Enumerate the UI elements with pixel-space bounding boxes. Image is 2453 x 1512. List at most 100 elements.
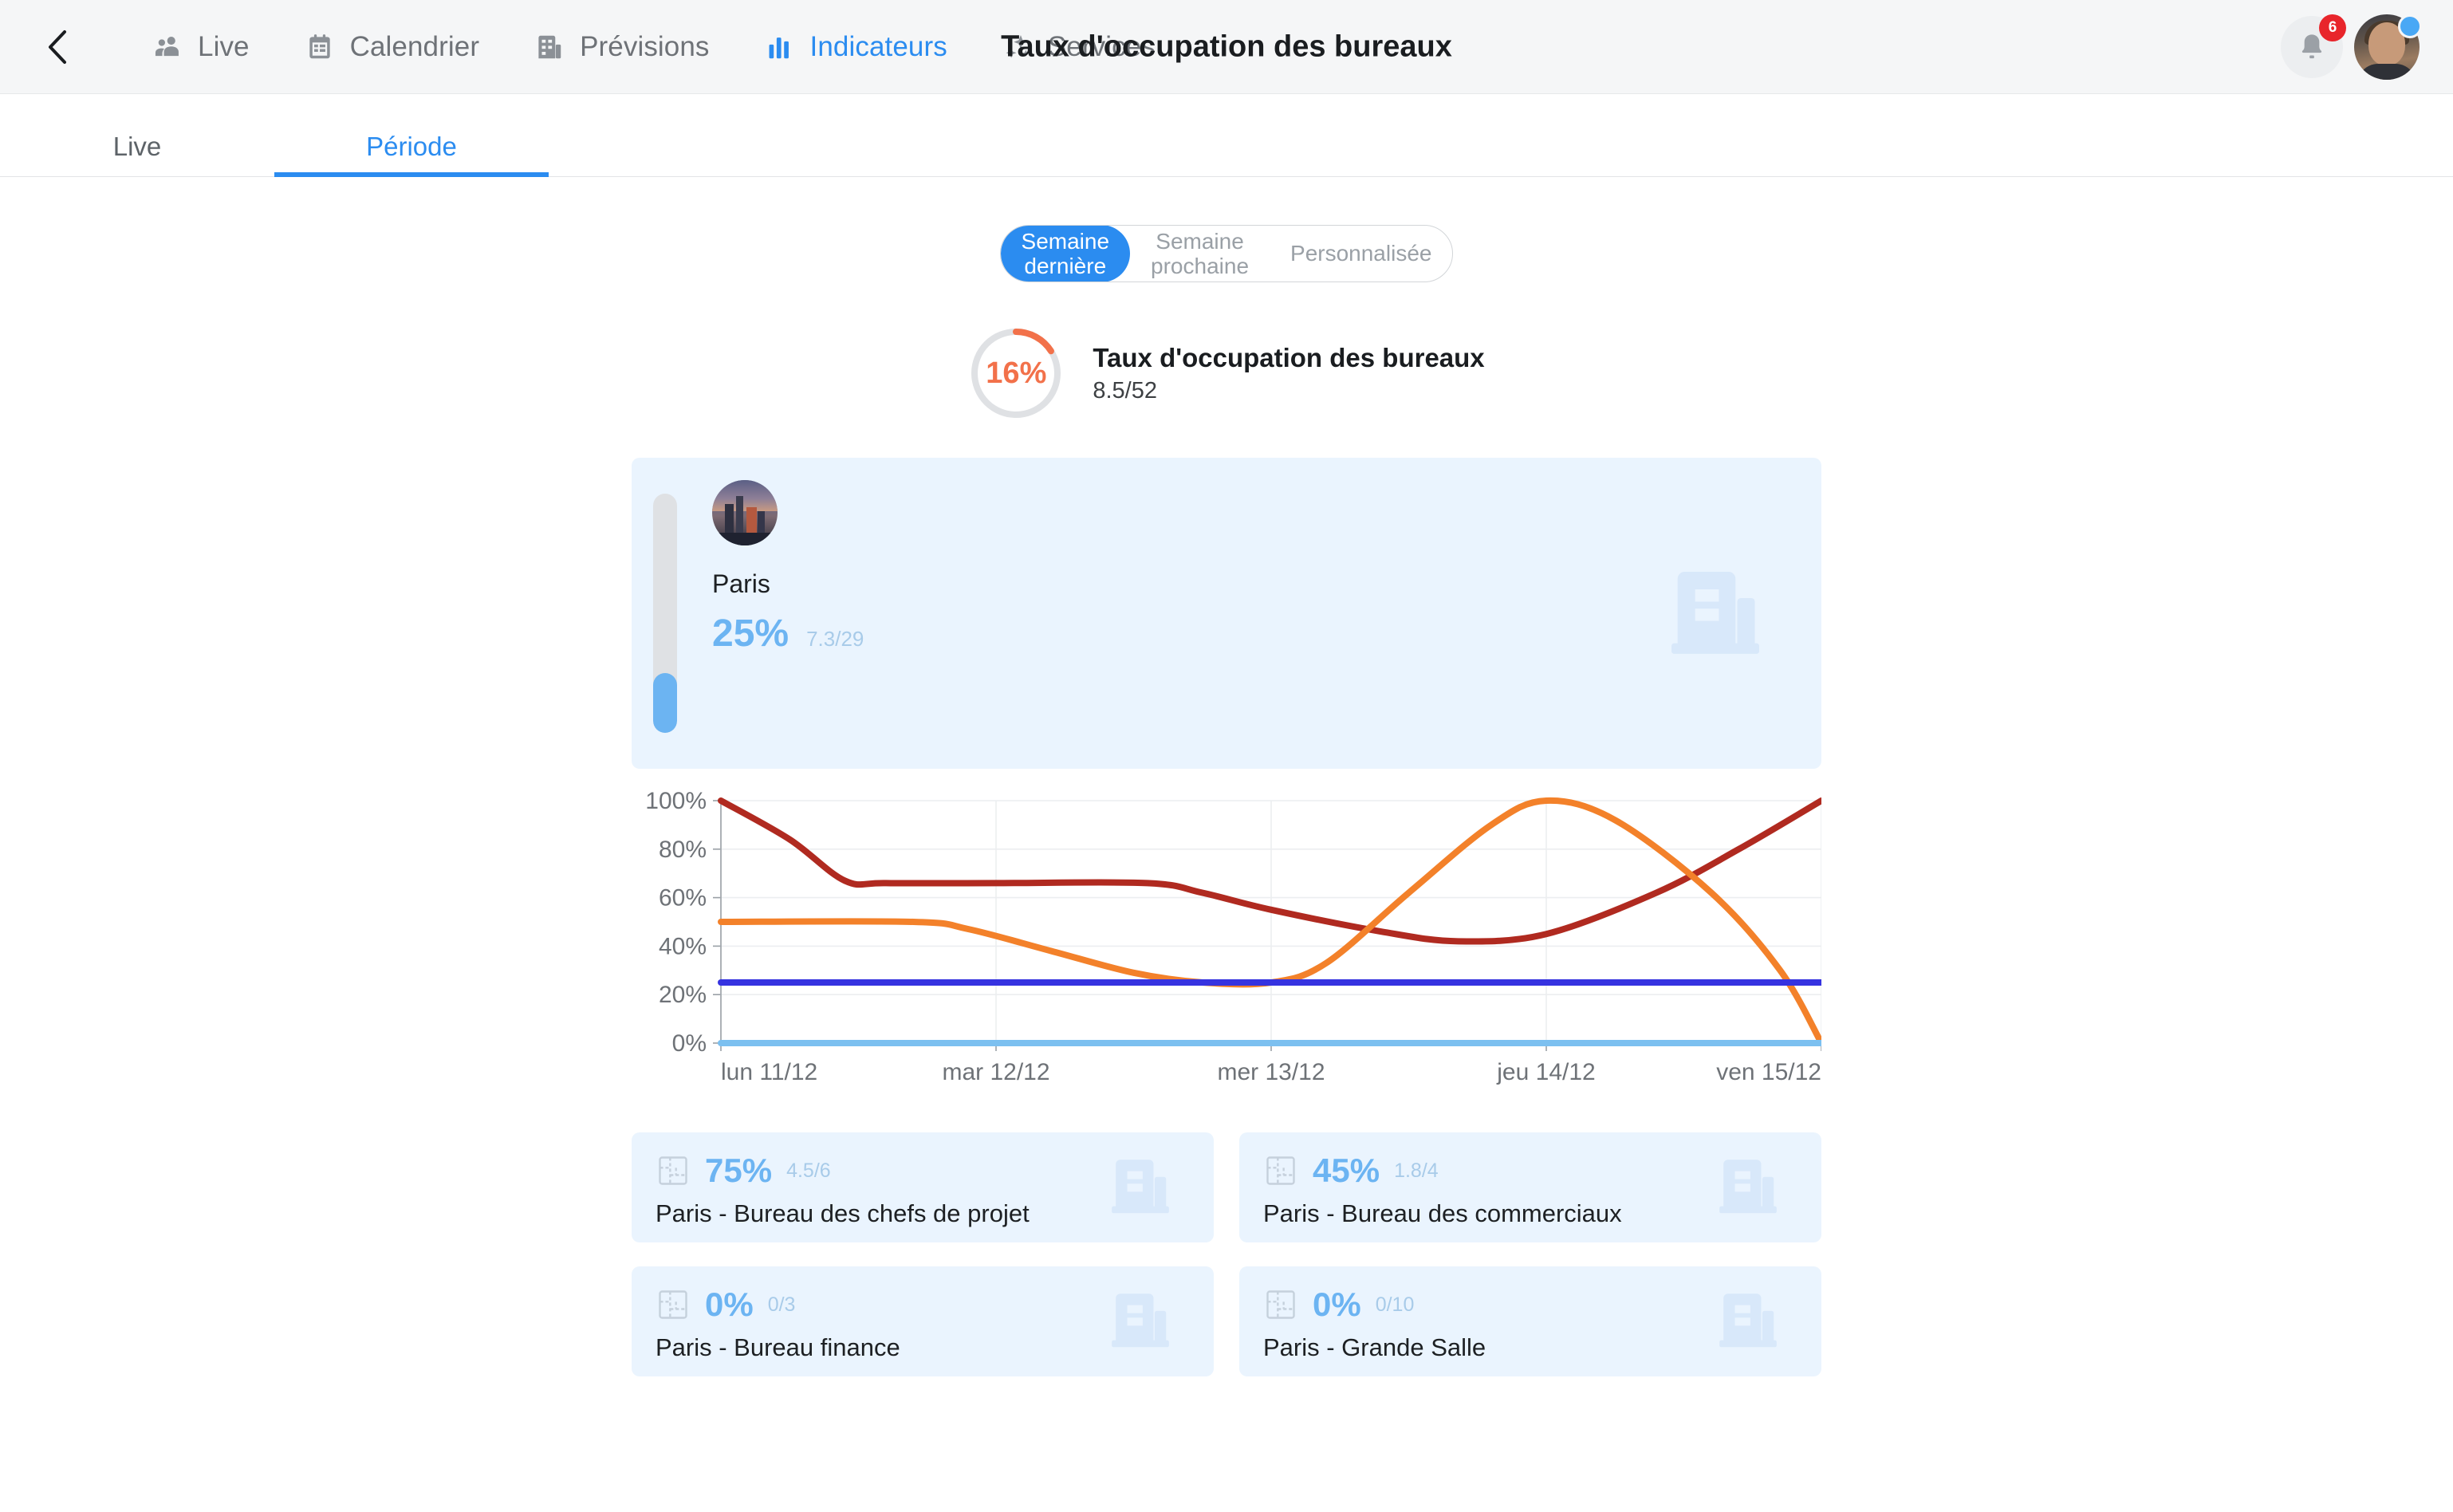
summary-title: Taux d'occupation des bureaux [1093,342,1485,372]
building-icon-svg [1112,1293,1169,1348]
floorplan-icon [656,1287,691,1322]
building-icon [1104,1286,1177,1358]
y-tick-label: 0% [672,1030,707,1057]
occupancy-line-chart: 0% 20% 40% 60% 80% 100% lun 11/12 mar 12/12 mer … [632,789,1821,1108]
room-ratio: 0/3 [767,1293,796,1316]
period-tabs: Live Période [0,94,2453,177]
donut-chart: 16% [968,325,1064,421]
thumb-water [712,532,778,545]
x-tick-label: mer 13/12 [1217,1059,1325,1085]
site-occupancy-bar-fill [653,673,677,733]
sparkle-icon [1002,31,1034,63]
nav-item-previsions[interactable]: Prévisions [529,19,714,75]
room-cards-grid: 75% 4.5/6 Paris - Bureau des chefs de pr… [632,1132,1821,1376]
segment-semaine-prochaine-line1: Semaine [1156,228,1244,254]
building-icon [1711,1286,1785,1358]
room-percent: 0% [1313,1286,1361,1323]
summary-text: Taux d'occupation des bureaux 8.5/52 [1093,343,1484,404]
building-icon-svg [1112,1160,1169,1214]
room-percent: 0% [705,1286,754,1323]
site-name: Paris [712,569,770,598]
nav-label-live: Live [198,30,250,62]
y-tick-label: 40% [659,933,707,959]
nav-label-indicateurs: Indicateurs [809,30,947,62]
building-icon-svg [1719,1293,1777,1348]
tab-live[interactable]: Live [0,116,274,176]
room-card[interactable]: 0% 0/3 Paris - Bureau finance [632,1266,1214,1376]
room-percent: 45% [1313,1152,1380,1189]
content-area: Semaine dernière Semaine prochaine Perso… [0,177,2453,1376]
segment-semaine-derniere-line2: dernière [1024,254,1107,278]
thumb-building-3 [746,507,757,534]
back-button[interactable] [33,23,81,71]
nav-label-calendrier: Calendrier [349,30,480,62]
calendar-icon [304,31,336,63]
chart-svg: 0% 20% 40% 60% 80% 100% lun 11/12 mar 12/12 mer … [645,789,1821,1085]
y-tick-label: 100% [645,789,707,814]
top-bar: Live Calendrier Prévisions Indicateurs S… [0,0,2453,94]
segment-personnalisee-line1: Personnalisée [1290,241,1432,266]
site-thumbnail [712,480,778,545]
period-segmented-control: Semaine dernière Semaine prochaine Perso… [999,225,1454,282]
segment-semaine-prochaine-line2: prochaine [1151,254,1250,278]
avatar-body [2357,63,2416,80]
thumb-building-1 [725,503,734,534]
site-occupancy-bar [653,494,677,733]
building-icon [1659,559,1772,668]
building-icon [1711,1152,1785,1224]
notifications-button[interactable]: 6 [2281,14,2346,78]
site-percent: 25% [712,612,789,655]
site-ratio: 7.3/29 [806,627,864,651]
nav-item-services[interactable]: Services [997,19,1160,75]
site-card-paris[interactable]: Paris 25% 7.3/29 [632,458,1821,769]
room-ratio: 0/10 [1375,1293,1415,1316]
room-ratio: 4.5/6 [786,1159,831,1182]
tab-periode[interactable]: Période [274,116,549,177]
room-card[interactable]: 45% 1.8/4 Paris - Bureau des commerciaux [1239,1132,1821,1242]
chevron-left-icon [49,30,66,64]
summary-ratio: 8.5/52 [1093,377,1157,404]
segment-personnalisee[interactable]: Personnalisée [1270,226,1452,282]
building-icon [1104,1152,1177,1224]
summary-gauge: 16% Taux d'occupation des bureaux 8.5/52 [968,325,1485,421]
thumb-sky [712,480,778,512]
x-tick-label: ven 15/12 [1716,1059,1821,1085]
building-icon-svg [1671,572,1759,654]
floorplan-icon [656,1153,691,1188]
y-tick-label: 80% [659,837,707,863]
main-nav: Live Calendrier Prévisions Indicateurs S… [147,19,1160,75]
room-ratio: 1.8/4 [1394,1159,1439,1182]
segment-semaine-derniere[interactable]: Semaine dernière [1000,226,1131,282]
donut-value: 16% [986,356,1047,390]
building-icon-svg [1719,1160,1777,1214]
segment-semaine-prochaine[interactable]: Semaine prochaine [1130,226,1270,282]
people-icon [152,31,183,63]
building-forecast-icon [534,31,565,63]
tab-periode-label: Période [366,131,457,161]
site-card-body: Paris 25% 7.3/29 [712,480,864,769]
thumb-building-2 [735,495,743,534]
segment-semaine-derniere-line1: Semaine [1021,228,1110,254]
x-tick-label: lun 11/12 [721,1059,817,1085]
tab-live-label: Live [112,131,162,161]
x-tick-label: jeu 14/12 [1496,1059,1595,1085]
nav-item-indicateurs[interactable]: Indicateurs [759,19,952,75]
y-tick-label: 60% [659,885,707,912]
room-card[interactable]: 0% 0/10 Paris - Grande Salle [1239,1266,1821,1376]
site-stats: 25% 7.3/29 [712,612,864,656]
nav-label-services: Services [1047,30,1156,62]
bar-chart-icon [764,31,796,63]
presence-indicator [2398,14,2422,38]
y-tick-label: 20% [659,982,707,1008]
floorplan-icon [1263,1153,1298,1188]
nav-item-calendrier[interactable]: Calendrier [299,19,484,75]
nav-label-previsions: Prévisions [580,30,710,62]
room-card[interactable]: 75% 4.5/6 Paris - Bureau des chefs de pr… [632,1132,1214,1242]
avatar[interactable] [2354,14,2422,80]
floorplan-icon [1263,1287,1298,1322]
notification-badge: 6 [2319,14,2346,41]
thumb-building-4 [758,511,765,534]
top-bar-actions: 6 [2281,14,2422,80]
nav-item-live[interactable]: Live [147,19,254,75]
room-percent: 75% [705,1152,773,1189]
